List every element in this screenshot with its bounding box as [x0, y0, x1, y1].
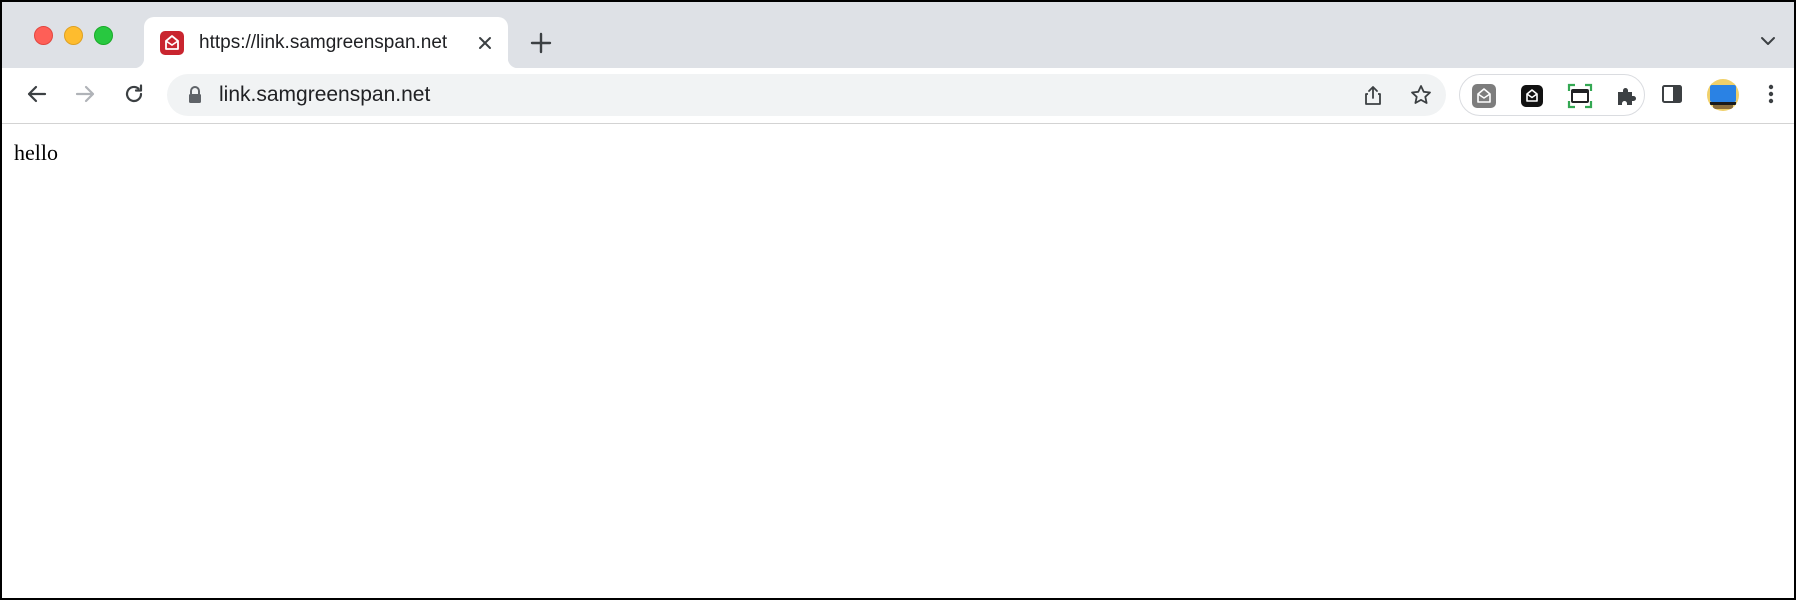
- lock-icon[interactable]: [185, 84, 205, 106]
- toolbar: link.samgreenspan.net: [2, 68, 1794, 124]
- side-panel-icon[interactable]: [1654, 76, 1690, 112]
- plus-icon: [530, 32, 552, 54]
- arrow-left-icon: [27, 85, 47, 103]
- address-bar[interactable]: link.samgreenspan.net: [167, 74, 1446, 116]
- star-bookmark-icon[interactable]: [1405, 79, 1437, 111]
- chevron-down-icon: [1761, 37, 1775, 45]
- back-button[interactable]: [19, 76, 55, 112]
- page-body-text: hello: [14, 140, 58, 165]
- window-minimize-button[interactable]: [64, 26, 83, 45]
- window-close-button[interactable]: [34, 26, 53, 45]
- new-tab-button[interactable]: [526, 28, 556, 58]
- url-text[interactable]: link.samgreenspan.net: [219, 83, 430, 107]
- window-zoom-button[interactable]: [94, 26, 113, 45]
- extensions-group: [1459, 74, 1645, 116]
- mail-envelope-icon: [160, 31, 184, 55]
- more-menu-icon[interactable]: [1753, 76, 1789, 112]
- close-icon[interactable]: [472, 30, 498, 56]
- tab-title: https://link.samgreenspan.net: [199, 32, 448, 53]
- arrow-right-icon: [75, 85, 95, 103]
- forward-button[interactable]: [67, 76, 103, 112]
- browser-window: https://link.samgreenspan.net link.samgr…: [2, 2, 1794, 598]
- extension-mail-gray-icon[interactable]: [1468, 80, 1500, 112]
- puzzle-extensions-icon[interactable]: [1610, 80, 1642, 112]
- extension-mail-black-icon[interactable]: [1516, 80, 1548, 112]
- extension-screenshot-icon[interactable]: [1564, 80, 1596, 112]
- reload-button[interactable]: [116, 76, 152, 112]
- active-tab[interactable]: https://link.samgreenspan.net: [134, 17, 518, 68]
- tab-strip: https://link.samgreenspan.net: [2, 2, 1794, 68]
- share-icon[interactable]: [1357, 79, 1389, 111]
- tab-search-button[interactable]: [1756, 29, 1780, 53]
- profile-avatar[interactable]: [1707, 79, 1739, 111]
- reload-icon: [125, 84, 143, 103]
- page-content: hello: [2, 124, 1794, 598]
